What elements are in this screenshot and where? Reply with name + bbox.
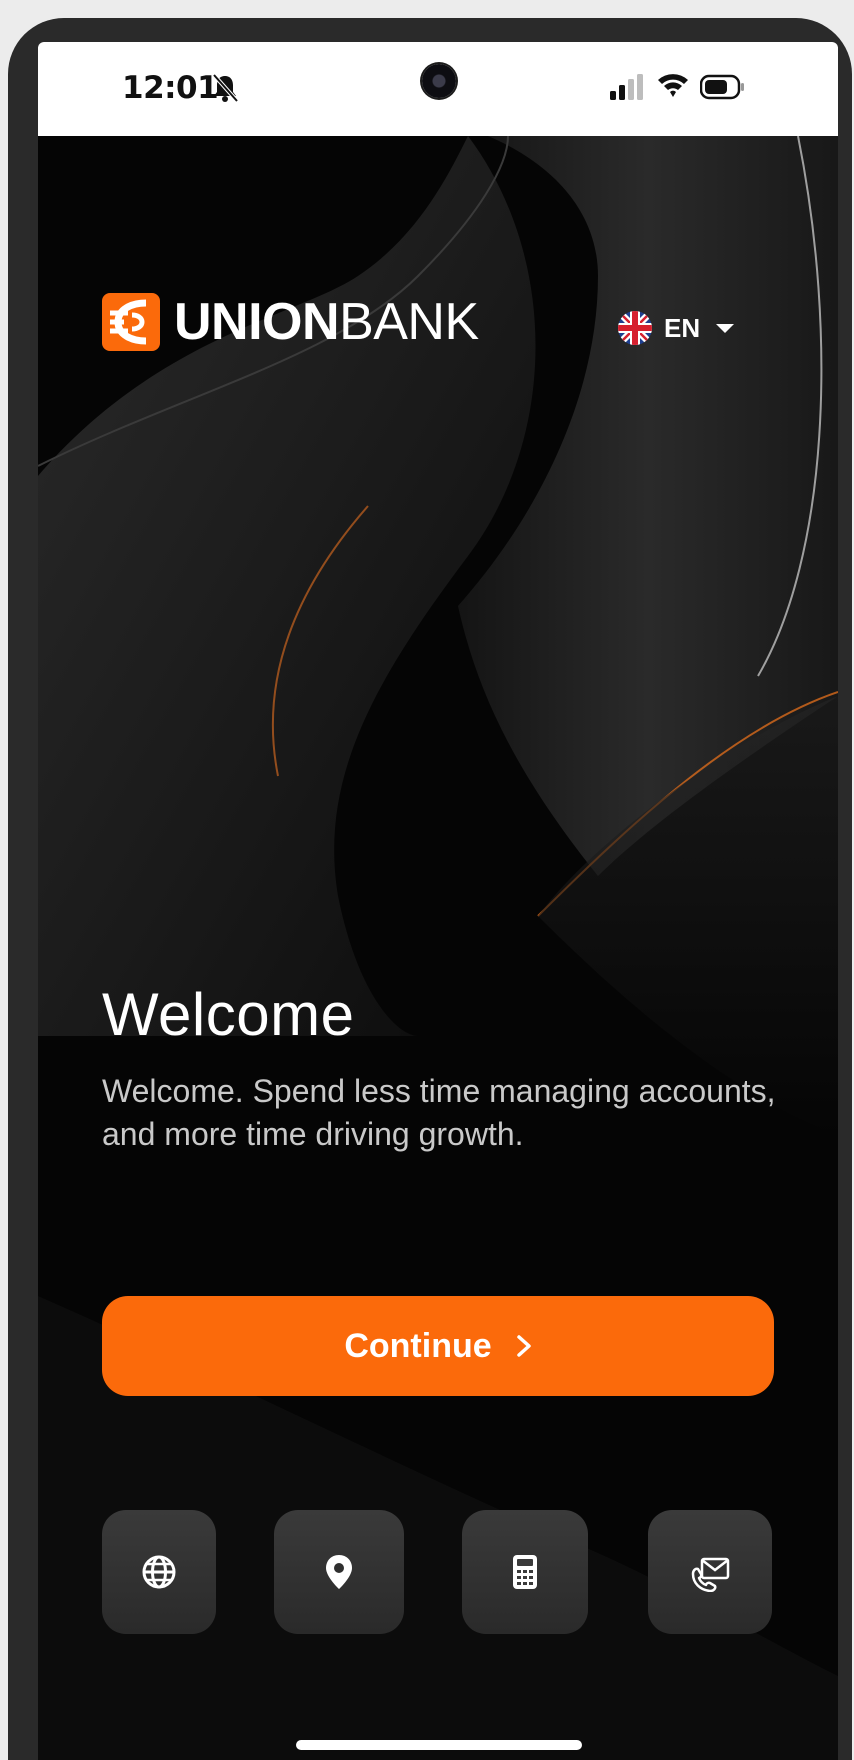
- calculator-button[interactable]: [462, 1510, 588, 1634]
- battery-icon: [700, 74, 744, 100]
- logo-text-light: BANK: [339, 293, 479, 351]
- camera-icon: [422, 64, 456, 98]
- language-selector[interactable]: EN: [618, 308, 735, 348]
- bell-off-icon: [212, 73, 239, 103]
- home-indicator[interactable]: [296, 1740, 582, 1750]
- logo-text: UNIONBANK: [174, 292, 479, 352]
- signal-icon: [610, 74, 643, 100]
- continue-button[interactable]: Continue: [102, 1296, 774, 1396]
- calculator-icon: [513, 1555, 537, 1589]
- app-screen: 12:01 UNIONBANK EN Welcome Welcome. Spen…: [38, 42, 838, 1760]
- unionbank-logo: UNIONBANK: [102, 292, 479, 352]
- contact-button[interactable]: [648, 1510, 772, 1634]
- branch-locator-button[interactable]: [274, 1510, 404, 1634]
- language-label: EN: [664, 312, 701, 343]
- status-bar: 12:01: [38, 42, 838, 136]
- uk-flag-icon: [618, 311, 652, 345]
- location-pin-icon: [326, 1555, 352, 1589]
- caret-down-icon: [716, 323, 735, 333]
- continue-label: Continue: [344, 1326, 492, 1365]
- contact-mail-icon: [691, 1557, 730, 1592]
- globe-icon: [142, 1555, 176, 1589]
- unionbank-logo-mark: [102, 293, 160, 351]
- logo-text-bold: UNION: [174, 293, 340, 351]
- website-button[interactable]: [102, 1510, 216, 1634]
- welcome-title: Welcome: [102, 981, 355, 1048]
- wifi-icon: [658, 74, 688, 97]
- status-time: 12:01: [122, 70, 219, 106]
- welcome-description: Welcome. Spend less time managing accoun…: [102, 1073, 776, 1152]
- chevron-right-icon: [516, 1335, 531, 1357]
